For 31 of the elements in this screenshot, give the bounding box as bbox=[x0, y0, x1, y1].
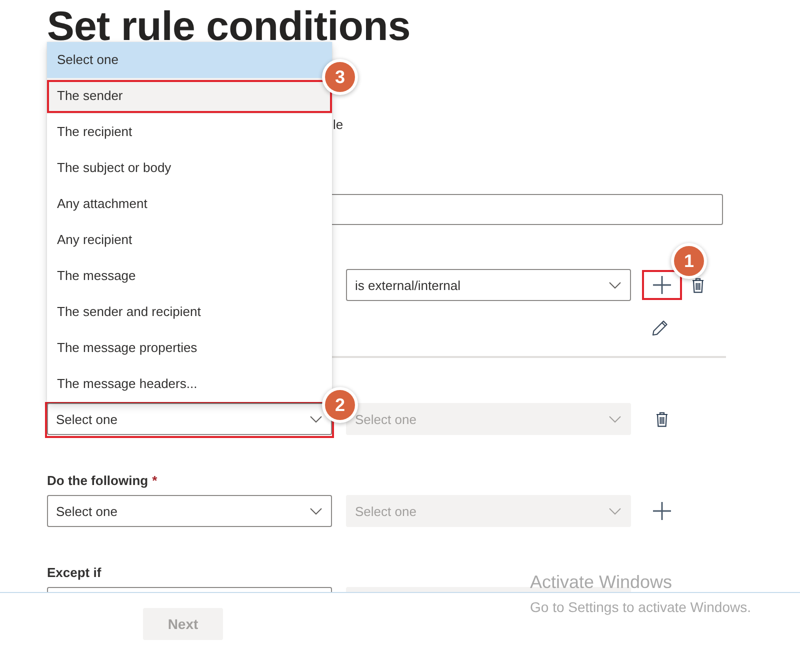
chevron-down-icon bbox=[310, 416, 322, 422]
menu-option[interactable]: The message bbox=[47, 258, 332, 294]
step-number-badge: 3 bbox=[325, 62, 355, 92]
description-text: le bbox=[333, 116, 344, 134]
activation-title: Activate Windows bbox=[530, 571, 672, 594]
section-label: Except if bbox=[47, 564, 102, 582]
page-title: Set rule conditions bbox=[47, 10, 410, 42]
section-label: Do the following bbox=[47, 472, 148, 490]
menu-option[interactable]: The recipient bbox=[47, 114, 332, 150]
plus-icon bbox=[653, 276, 671, 294]
trash-icon bbox=[692, 278, 704, 292]
step-number-badge: 1 bbox=[674, 246, 704, 276]
chevron-down-icon bbox=[310, 508, 322, 514]
activation-message: Go to Settings to activate Windows. bbox=[530, 598, 751, 616]
dropdown-select[interactable]: is external/internal bbox=[346, 269, 631, 301]
dropdown-select[interactable]: Select one bbox=[47, 403, 332, 435]
menu-option[interactable]: The sender and recipient bbox=[47, 294, 332, 330]
step-number-badge: 2 bbox=[325, 390, 355, 420]
plus-icon bbox=[653, 502, 671, 520]
chevron-down-icon bbox=[609, 508, 621, 514]
menu-option[interactable]: The message properties bbox=[47, 330, 332, 366]
trash-icon bbox=[656, 412, 668, 426]
menu-option[interactable]: Any attachment bbox=[47, 186, 332, 222]
menu-option[interactable]: Any recipient bbox=[47, 222, 332, 258]
menu-option[interactable]: The subject or body bbox=[47, 150, 332, 186]
chevron-down-icon bbox=[609, 282, 621, 288]
dropdown-select[interactable]: Select one bbox=[47, 495, 332, 527]
pencil-icon bbox=[652, 320, 668, 336]
menu-option[interactable]: Select one bbox=[47, 42, 332, 78]
required-asterisk: * bbox=[152, 472, 158, 490]
chevron-down-icon bbox=[609, 416, 621, 422]
